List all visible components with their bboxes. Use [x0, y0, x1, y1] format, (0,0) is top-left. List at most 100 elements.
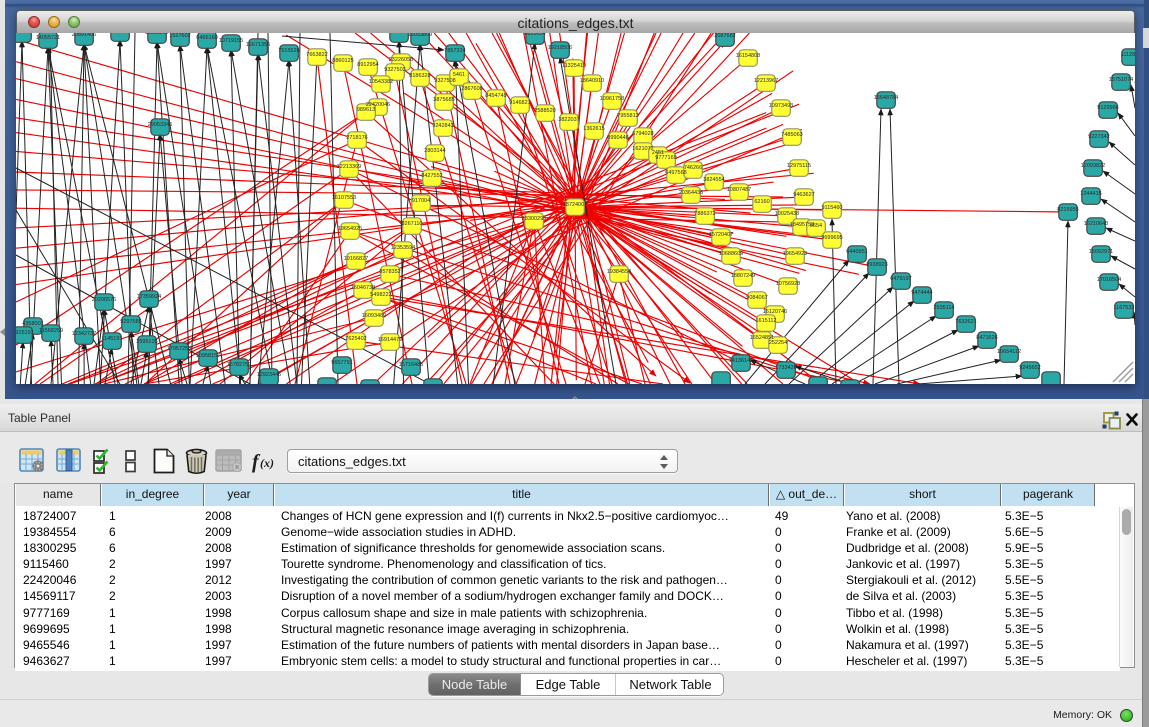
svg-text:16120746: 16120746 [763, 309, 787, 315]
svg-text:6794028: 6794028 [632, 131, 653, 137]
svg-text:18300295: 18300295 [522, 216, 546, 222]
svg-text:10719155: 10719155 [219, 38, 243, 44]
svg-text:9129966: 9129966 [1097, 105, 1118, 111]
svg-text:19654923: 19654923 [783, 251, 807, 257]
svg-text:10807487: 10807487 [727, 187, 751, 193]
svg-text:8578352: 8578352 [379, 269, 400, 275]
svg-text:8813054: 8813054 [524, 33, 545, 37]
svg-text:8860125: 8860125 [332, 58, 353, 64]
svg-text:989613: 989613 [357, 107, 375, 113]
svg-text:2718176: 2718176 [346, 135, 367, 141]
svg-text:1244415: 1244415 [1080, 191, 1101, 197]
svg-text:2803144: 2803144 [424, 148, 445, 154]
svg-text:10543382: 10543382 [369, 79, 393, 85]
svg-text:8938923: 8938923 [866, 262, 887, 268]
svg-text:17016504: 17016504 [1097, 277, 1121, 283]
svg-text:10025438: 10025438 [775, 211, 799, 217]
svg-text:16033809: 16033809 [408, 33, 432, 38]
svg-text:14055721: 14055721 [36, 35, 60, 41]
svg-text:5498222: 5498222 [370, 292, 391, 298]
svg-text:9327503: 9327503 [384, 67, 405, 73]
svg-text:10756928: 10756928 [776, 281, 800, 287]
svg-text:7857224: 7857224 [444, 48, 465, 54]
svg-text:62160: 62160 [754, 199, 769, 205]
svg-text:10958157: 10958157 [196, 353, 220, 359]
svg-text:1362615: 1362615 [583, 126, 604, 132]
svg-text:7632621: 7632621 [955, 319, 976, 325]
svg-text:10654112: 10654112 [997, 349, 1021, 355]
svg-text:2588520: 2588520 [534, 108, 555, 114]
svg-text:10973493: 10973493 [769, 103, 793, 109]
svg-text:16154808: 16154808 [736, 53, 760, 59]
svg-text:23226058: 23226058 [389, 57, 413, 63]
svg-text:18724007: 18724007 [563, 202, 587, 208]
svg-text:12975115: 12975115 [787, 163, 811, 169]
svg-text:12093822: 12093822 [1081, 163, 1105, 169]
svg-text:5461: 5461 [453, 72, 465, 78]
svg-text:16210643: 16210643 [1084, 221, 1108, 227]
svg-text:1603376: 1603376 [388, 33, 409, 35]
svg-text:20206576: 20206576 [92, 297, 116, 303]
svg-text:917004: 917004 [412, 198, 430, 204]
svg-text:9657791: 9657791 [331, 360, 352, 366]
svg-text:3875685: 3875685 [433, 97, 454, 103]
svg-text:8454749: 8454749 [485, 93, 506, 99]
svg-text:6479197: 6479197 [890, 276, 911, 282]
svg-text:2087682: 2087682 [714, 33, 735, 39]
svg-text:19384554: 19384554 [607, 269, 631, 275]
svg-text:8427552: 8427552 [421, 173, 442, 179]
svg-text:16671355: 16671355 [246, 42, 270, 48]
svg-text:11568259: 11568259 [39, 328, 63, 334]
svg-text:1615112: 1615112 [755, 318, 776, 324]
svg-text:9297585: 9297585 [120, 319, 141, 325]
svg-text:17359924: 17359924 [137, 294, 161, 300]
svg-text:29053346: 29053346 [148, 122, 172, 128]
svg-text:7625402: 7625402 [345, 336, 366, 342]
svg-text:15751074: 15751074 [1109, 77, 1133, 83]
svg-text:9474444: 9474444 [911, 290, 932, 296]
svg-text:2595135: 2595135 [136, 339, 157, 345]
svg-text:252254: 252254 [769, 340, 787, 346]
svg-text:12213369: 12213369 [337, 164, 361, 170]
svg-text:16782759: 16782759 [227, 362, 251, 368]
svg-text:14136141: 14136141 [729, 358, 753, 364]
svg-text:1145191: 1145191 [101, 336, 122, 342]
svg-text:12923446: 12923446 [257, 372, 281, 378]
svg-text:4358001: 4358001 [22, 321, 43, 327]
svg-text:9227342: 9227342 [1088, 134, 1109, 140]
svg-text:10853267: 10853267 [145, 33, 169, 36]
svg-text:16107553: 16107553 [332, 195, 356, 201]
svg-text:1527602: 1527602 [169, 33, 190, 39]
svg-text:746266: 746266 [684, 165, 702, 171]
svg-text:16914479: 16914479 [378, 337, 402, 343]
svg-text:20891406: 20891406 [72, 33, 96, 38]
svg-text:9777169: 9777169 [655, 155, 676, 161]
svg-text:6440951: 6440951 [846, 249, 867, 255]
svg-text:12353594: 12353594 [391, 245, 415, 251]
svg-text:3824554: 3824554 [703, 177, 724, 183]
svg-text:9654: 9654 [810, 223, 822, 229]
svg-text:18640910: 18640910 [580, 78, 604, 84]
svg-text:19166827: 19166827 [344, 256, 368, 262]
svg-text:2935114: 2935114 [933, 305, 954, 311]
svg-text:20364436: 20364436 [679, 190, 703, 196]
svg-text:3915191: 3915191 [16, 330, 34, 336]
svg-text:9146821: 9146821 [509, 100, 530, 106]
svg-text:7515526: 7515526 [278, 48, 299, 54]
svg-text:2867608: 2867608 [461, 86, 482, 92]
svg-text:9245652: 9245652 [1019, 365, 1040, 371]
svg-text:11325419: 11325419 [562, 63, 586, 69]
svg-text:8471626: 8471626 [976, 335, 997, 341]
svg-text:19218506: 19218506 [548, 45, 572, 51]
svg-text:1733426: 1733426 [775, 365, 796, 371]
svg-text:18807249: 18807249 [731, 273, 755, 279]
svg-text:15720407: 15720407 [709, 232, 733, 238]
svg-text:15716485: 15716485 [399, 362, 423, 368]
svg-text:7886372: 7886372 [694, 211, 715, 217]
svg-text:8912954: 8912954 [357, 62, 378, 68]
svg-text:9699695: 9699695 [821, 235, 842, 241]
svg-text:9115460: 9115460 [821, 205, 842, 211]
svg-text:1167532: 1167532 [1113, 305, 1134, 311]
svg-text:15692971: 15692971 [1089, 249, 1113, 255]
svg-text:7955812: 7955812 [617, 113, 638, 119]
